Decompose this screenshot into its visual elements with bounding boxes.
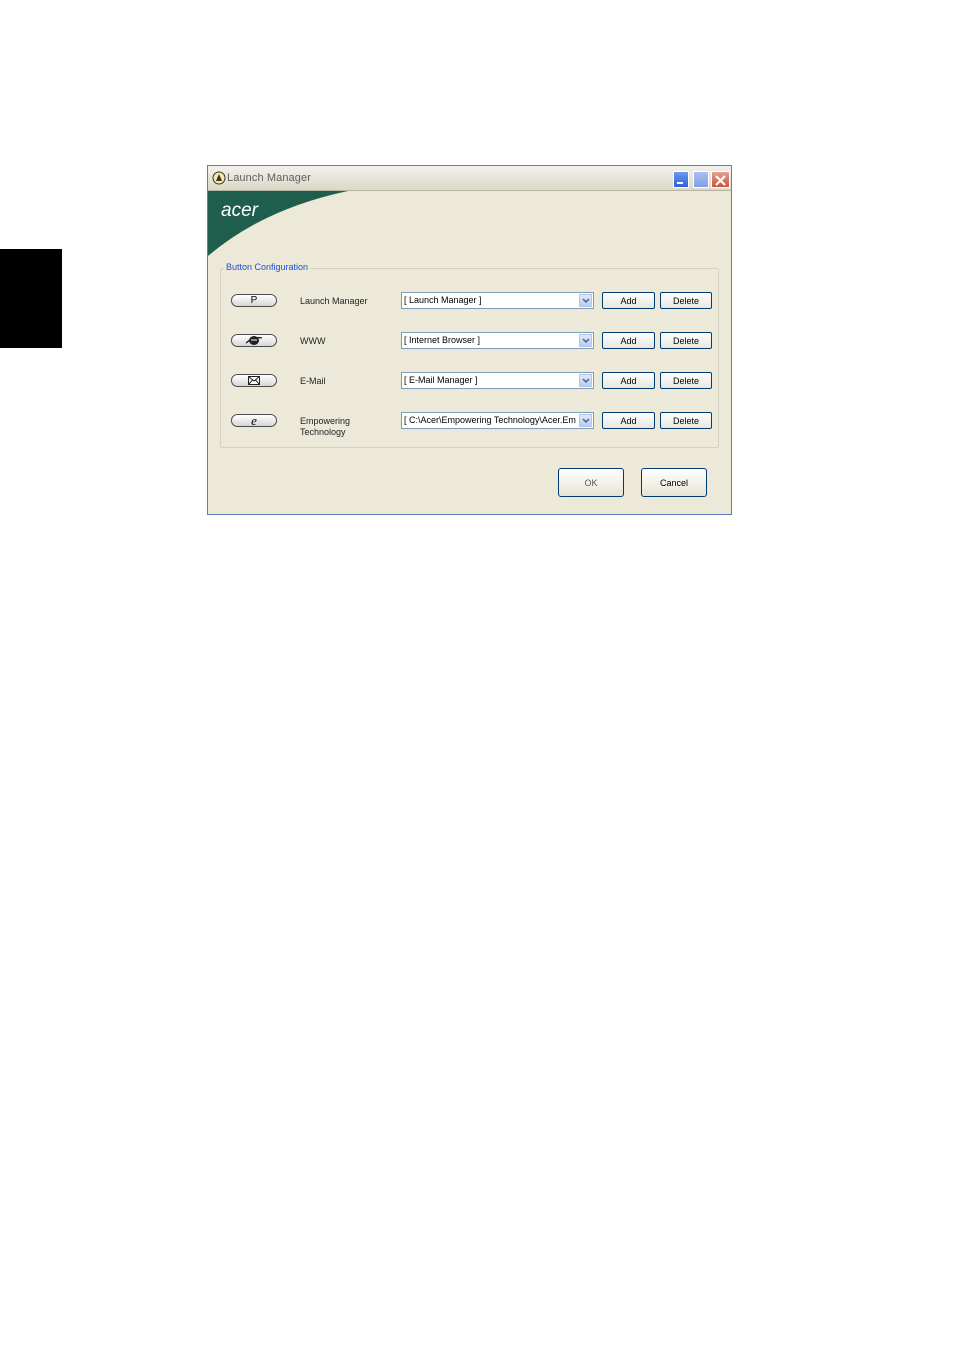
window-title: Launch Manager xyxy=(227,172,311,184)
close-button[interactable] xyxy=(711,171,730,188)
ok-button[interactable]: OK xyxy=(558,468,624,497)
config-row-email: E-Mail [ E-Mail Manager ] Add Delete xyxy=(208,372,731,396)
acer-banner xyxy=(208,191,348,256)
select-value: [ C:\Acer\Empowering Technology\Acer.Em xyxy=(404,415,576,425)
add-button[interactable]: Add xyxy=(602,372,655,389)
chevron-down-icon xyxy=(582,338,590,344)
www-select[interactable]: [ Internet Browser ] xyxy=(401,332,594,349)
row-label: Launch Manager xyxy=(300,296,368,306)
maximize-button[interactable] xyxy=(693,171,709,188)
delete-button[interactable]: Delete xyxy=(660,292,712,309)
delete-button[interactable]: Delete xyxy=(660,332,712,349)
group-label: Button Configuration xyxy=(224,262,311,272)
dropdown-button[interactable] xyxy=(579,414,592,427)
mail-icon xyxy=(248,376,260,385)
delete-button[interactable]: Delete xyxy=(660,372,712,389)
email-select[interactable]: [ E-Mail Manager ] xyxy=(401,372,594,389)
minimize-button[interactable] xyxy=(673,171,689,188)
title-bar[interactable]: Launch Manager xyxy=(208,166,731,191)
svg-text:acer: acer xyxy=(221,200,259,220)
select-value: [ Launch Manager ] xyxy=(404,295,482,305)
config-row-launch-manager: P Launch Manager [ Launch Manager ] Add … xyxy=(208,292,731,316)
app-icon xyxy=(212,171,226,185)
dropdown-button[interactable] xyxy=(579,294,592,307)
p-key-icon: P xyxy=(231,294,277,307)
globe-icon xyxy=(245,336,263,345)
acer-logo: acer xyxy=(221,200,259,220)
dropdown-button[interactable] xyxy=(579,334,592,347)
chevron-down-icon xyxy=(582,418,590,424)
add-button[interactable]: Add xyxy=(602,412,655,429)
launch-manager-select[interactable]: [ Launch Manager ] xyxy=(401,292,594,309)
row-label: WWW xyxy=(300,336,326,346)
delete-button[interactable]: Delete xyxy=(660,412,712,429)
select-value: [ Internet Browser ] xyxy=(404,335,481,345)
add-button[interactable]: Add xyxy=(602,332,655,349)
empowering-e-icon: e xyxy=(231,414,277,427)
dropdown-button[interactable] xyxy=(579,374,592,387)
row-label: Empowering Technology xyxy=(300,416,351,437)
close-icon xyxy=(715,175,726,186)
config-row-empowering: e Empowering Technology [ C:\Acer\Empowe… xyxy=(208,412,731,437)
chevron-down-icon xyxy=(582,298,590,304)
row-label: E-Mail xyxy=(300,376,326,386)
page-side-tab xyxy=(0,249,62,348)
launch-manager-window: Launch Manager acer Button Configuration… xyxy=(207,165,732,515)
chevron-down-icon xyxy=(582,378,590,384)
envelope-icon xyxy=(231,374,277,387)
browser-globe-icon xyxy=(231,334,277,347)
config-row-www: WWW [ Internet Browser ] Add Delete xyxy=(208,332,731,356)
add-button[interactable]: Add xyxy=(602,292,655,309)
empowering-select[interactable]: [ C:\Acer\Empowering Technology\Acer.Em xyxy=(401,412,594,429)
cancel-button[interactable]: Cancel xyxy=(641,468,707,497)
select-value: [ E-Mail Manager ] xyxy=(404,375,478,385)
